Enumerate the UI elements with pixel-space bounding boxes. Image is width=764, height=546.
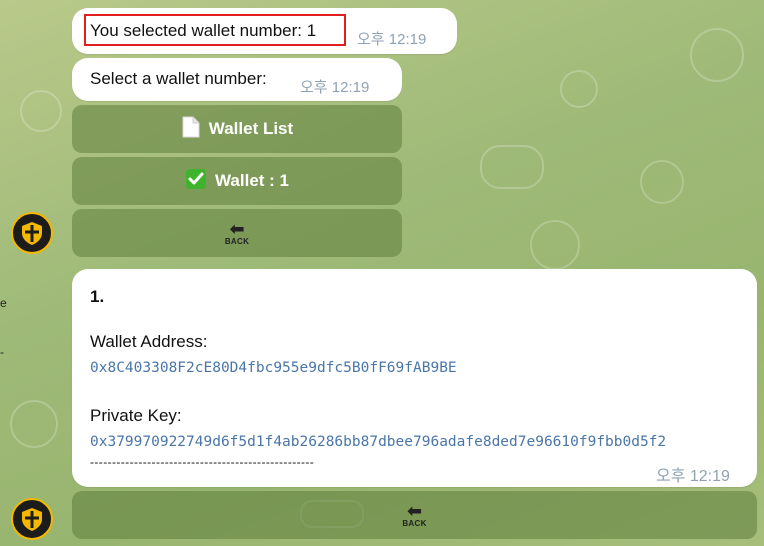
selected-wallet-text: You selected wallet number: 1 xyxy=(90,21,317,40)
check-mark-icon xyxy=(185,168,207,195)
private-key-label: Private Key: xyxy=(90,406,182,425)
wallet-index: 1. xyxy=(90,287,105,306)
message-time: 오후 12:19 xyxy=(300,79,370,96)
bg-doodle xyxy=(640,160,684,204)
shield-logo-icon xyxy=(22,222,42,245)
back-label: BACK xyxy=(224,237,250,246)
bg-doodle xyxy=(480,145,544,189)
back-label: BACK xyxy=(402,519,427,528)
document-icon xyxy=(181,116,201,143)
back-button[interactable]: ⬅ BACK xyxy=(72,209,402,257)
back-arrow-icon: ⬅ BACK xyxy=(224,219,250,246)
wallet-list-button[interactable]: Wallet List xyxy=(72,105,402,153)
separator-line: ----------------------------------------… xyxy=(90,455,315,469)
private-key-value[interactable]: 0x379970922749d6f5d1f4ab26286bb87dbee796… xyxy=(90,434,666,450)
message-time: 오후 12:19 xyxy=(656,468,730,485)
bg-doodle xyxy=(530,220,580,270)
back-button-2[interactable]: ⬅ BACK xyxy=(72,491,757,539)
wallet-address-label: Wallet Address: xyxy=(90,332,208,351)
edge-glyph: - xyxy=(0,345,4,359)
shield-logo-icon xyxy=(22,508,42,531)
bg-doodle xyxy=(560,70,598,108)
wallet-info-message: 1. Wallet Address: 0x8C403308F2cE80D4fbc… xyxy=(72,269,757,487)
bg-doodle xyxy=(690,28,744,82)
message-time: 오후 12:19 xyxy=(357,31,427,48)
edge-glyph: e xyxy=(0,296,7,310)
bg-doodle xyxy=(10,400,58,448)
bg-doodle xyxy=(20,90,62,132)
wallet-address-value[interactable]: 0x8C403308F2cE80D4fbc955e9dfc5B0fF69fAB9… xyxy=(90,360,457,376)
bot-avatar[interactable] xyxy=(11,212,53,254)
wallet-select-label: Wallet : 1 xyxy=(215,171,289,190)
back-arrow-icon: ⬅ BACK xyxy=(402,501,427,528)
wallet-select-button[interactable]: Wallet : 1 xyxy=(72,157,402,205)
select-wallet-prompt: Select a wallet number: 오후 12:19 xyxy=(72,58,402,101)
select-wallet-text: Select a wallet number: xyxy=(90,69,267,88)
selected-wallet-message: You selected wallet number: 1 오후 12:19 xyxy=(72,8,457,54)
bot-avatar[interactable] xyxy=(11,498,53,540)
wallet-list-label: Wallet List xyxy=(208,119,294,138)
